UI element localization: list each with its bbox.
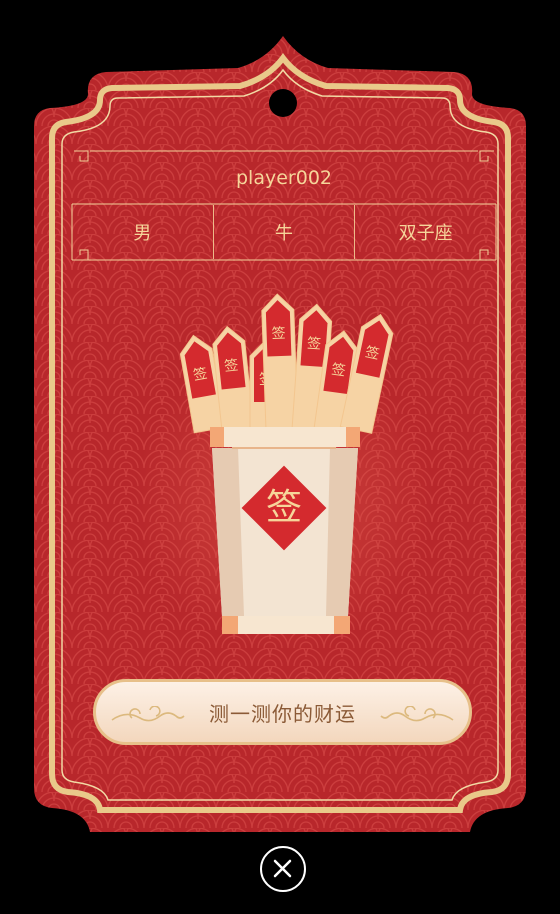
bucket-emblem-char: 签 (265, 487, 302, 528)
gender-cell: 男 (72, 205, 214, 259)
fortune-test-button[interactable]: 测一测你的财运 (93, 679, 472, 745)
fortune-test-label: 测一测你的财运 (209, 701, 356, 726)
cloud-ornament-right-icon (380, 706, 454, 722)
fortune-stick-char: 签 (306, 335, 321, 353)
fortune-card-frame: 签签签签签签签 (34, 36, 526, 832)
fortune-stick-char: 签 (223, 357, 239, 375)
player-info-row: 男 牛 双子座 (72, 205, 496, 259)
constellation-cell: 双子座 (398, 223, 453, 244)
fortune-stick-char: 签 (330, 361, 346, 380)
fortune-stick-char: 签 (271, 325, 286, 342)
fortune-bucket (210, 427, 360, 634)
fortune-stick-char: 签 (192, 365, 209, 384)
close-button[interactable] (260, 846, 306, 892)
player-name: player002 (236, 167, 332, 189)
zodiac-cell: 牛 (214, 205, 356, 259)
cloud-ornament-left-icon (111, 706, 185, 722)
hanging-hole (269, 89, 297, 117)
close-x-icon (273, 859, 292, 878)
fortune-stick: 签 (261, 293, 299, 432)
